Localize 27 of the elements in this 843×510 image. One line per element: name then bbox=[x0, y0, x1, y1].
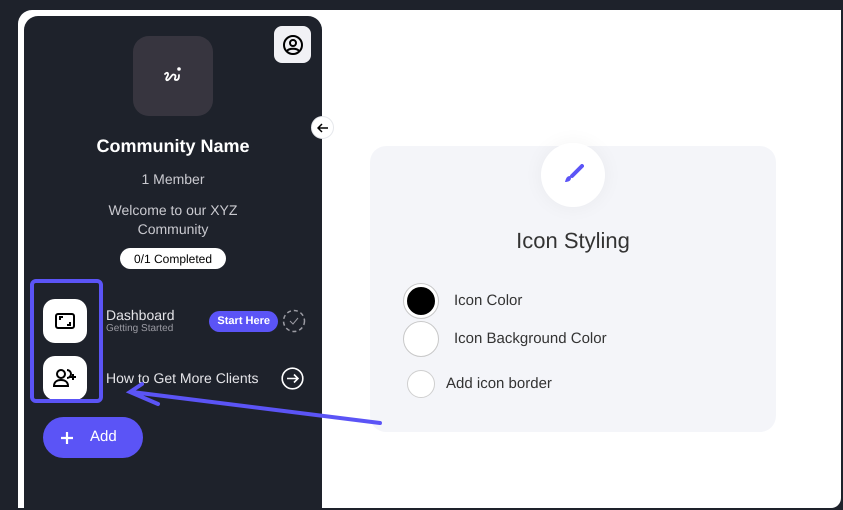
item-subtitle: Getting Started bbox=[106, 323, 174, 335]
color-label: Icon Background Color bbox=[454, 328, 607, 349]
panel-title: Icon Styling bbox=[516, 227, 630, 255]
start-here-badge[interactable]: Start Here bbox=[209, 310, 278, 332]
collapse-button[interactable] bbox=[311, 116, 334, 139]
progress-pill: 0/1 Completed bbox=[120, 248, 226, 269]
color-swatch[interactable] bbox=[404, 322, 438, 356]
dashed-check-icon bbox=[282, 309, 306, 333]
member-count: 1 Member bbox=[141, 170, 205, 189]
item-icon-tile[interactable] bbox=[43, 356, 87, 400]
arrow-left-icon bbox=[316, 122, 328, 132]
add-user-icon bbox=[53, 368, 77, 388]
frame-icon bbox=[55, 313, 75, 329]
border-option-label: Add icon border bbox=[446, 374, 552, 394]
item-title[interactable]: How to Get More Clients bbox=[106, 370, 281, 386]
community-name: Community Name bbox=[96, 135, 250, 158]
add-button[interactable]: Add bbox=[43, 417, 143, 458]
plus-icon bbox=[60, 430, 74, 444]
user-circle-icon bbox=[282, 34, 304, 56]
color-label: Icon Color bbox=[454, 290, 522, 311]
welcome-text: Welcome to our XYZ Community bbox=[108, 201, 238, 239]
item-title[interactable]: Dashboard bbox=[106, 307, 210, 323]
arrow-right-circle-icon[interactable] bbox=[281, 366, 304, 390]
item-icon-tile[interactable] bbox=[43, 299, 87, 343]
border-checkbox[interactable] bbox=[407, 370, 435, 398]
profile-button[interactable] bbox=[274, 26, 311, 63]
color-swatch[interactable] bbox=[404, 284, 438, 318]
